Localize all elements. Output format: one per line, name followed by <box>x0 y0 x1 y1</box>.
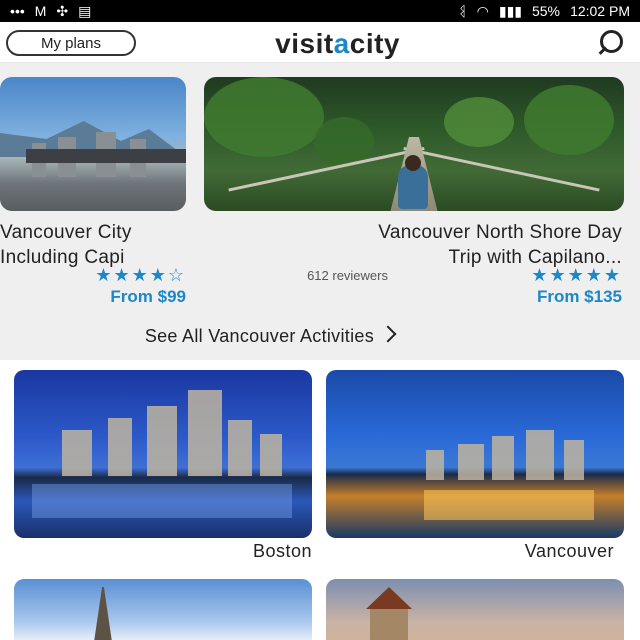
battery-label: 55% <box>532 3 561 19</box>
rating-stars: ★★★★☆ <box>95 265 186 285</box>
visitacity-logo: visitacity <box>275 28 400 59</box>
reviews-count: 612 reviewers <box>307 268 388 283</box>
gmail-icon: M <box>34 3 47 19</box>
rating-stars: ★★★★★ <box>531 265 622 285</box>
screen: 12:02 PM 55% ▮▮▮ ◠ ᛒ ▤ ✣ M ••• visitacit… <box>0 0 640 640</box>
destination-label-boston[interactable]: Boston <box>253 541 312 562</box>
status-bar: 12:02 PM 55% ▮▮▮ ◠ ᛒ ▤ ✣ M ••• <box>0 0 640 22</box>
time-label: 12:02 PM <box>570 3 630 19</box>
activity-image-vancouver-city[interactable] <box>0 77 186 211</box>
see-all-activities-link[interactable]: See All Vancouver Activities <box>14 325 397 348</box>
signal-icon: ▮▮▮ <box>498 2 523 19</box>
destination-image-vancouver[interactable] <box>326 370 624 538</box>
destination-image-paris[interactable] <box>14 579 312 640</box>
more-dots-icon: ••• <box>10 3 25 19</box>
destination-image-lucerne[interactable] <box>326 579 624 640</box>
fan-icon: ✣ <box>56 2 69 19</box>
search-icon[interactable] <box>598 28 626 56</box>
activity-price: From $135 <box>536 287 622 306</box>
destination-image-boston[interactable] <box>14 370 312 538</box>
activity-title[interactable]: Vancouver City Including Capi <box>0 220 186 270</box>
activity-price: From $99 <box>110 287 186 306</box>
activity-image-capilano[interactable] <box>204 77 624 211</box>
destination-label-vancouver[interactable]: Vancouver <box>525 541 614 562</box>
bluetooth-icon: ᛒ <box>458 3 467 19</box>
chevron-right-icon <box>379 325 397 343</box>
activity-title[interactable]: Vancouver North Shore Day Trip with Capi… <box>202 220 622 270</box>
sd-icon: ▤ <box>78 2 92 19</box>
app-header: visitacity My plans <box>0 22 640 63</box>
wifi-icon: ◠ <box>476 2 489 19</box>
activities-section: Vancouver North Shore Day Trip with Capi… <box>0 63 640 360</box>
my-plans-button[interactable]: My plans <box>6 30 136 56</box>
